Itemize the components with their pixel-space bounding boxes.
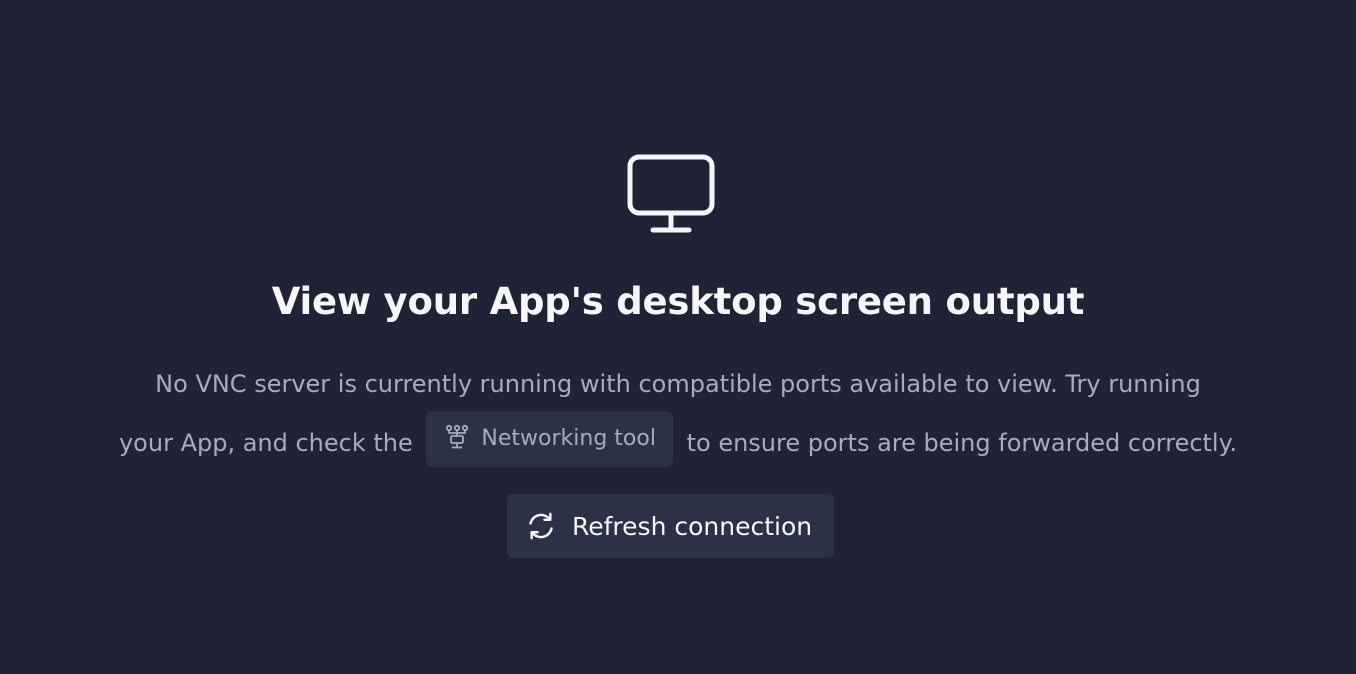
page-title: View your App's desktop screen output (271, 280, 1085, 323)
refresh-button-label: Refresh connection (572, 511, 813, 541)
vnc-empty-state: View your App's desktop screen output No… (0, 0, 1356, 674)
networking-tool-link[interactable]: Networking tool (426, 411, 673, 467)
refresh-connection-button[interactable]: Refresh connection (507, 494, 834, 558)
description-text-after-link: to ensure ports are being forwarded corr… (686, 429, 1238, 457)
monitor-icon (627, 154, 715, 233)
description-text-before-link: your App, and check the (118, 429, 413, 457)
description-line-1: No VNC server is currently running with … (155, 370, 1201, 398)
networking-tool-label: Networking tool (481, 426, 656, 451)
refresh-icon (529, 512, 553, 540)
network-icon (446, 424, 469, 449)
description-line-2: your App, and check the Networking tool … (0, 411, 1356, 467)
